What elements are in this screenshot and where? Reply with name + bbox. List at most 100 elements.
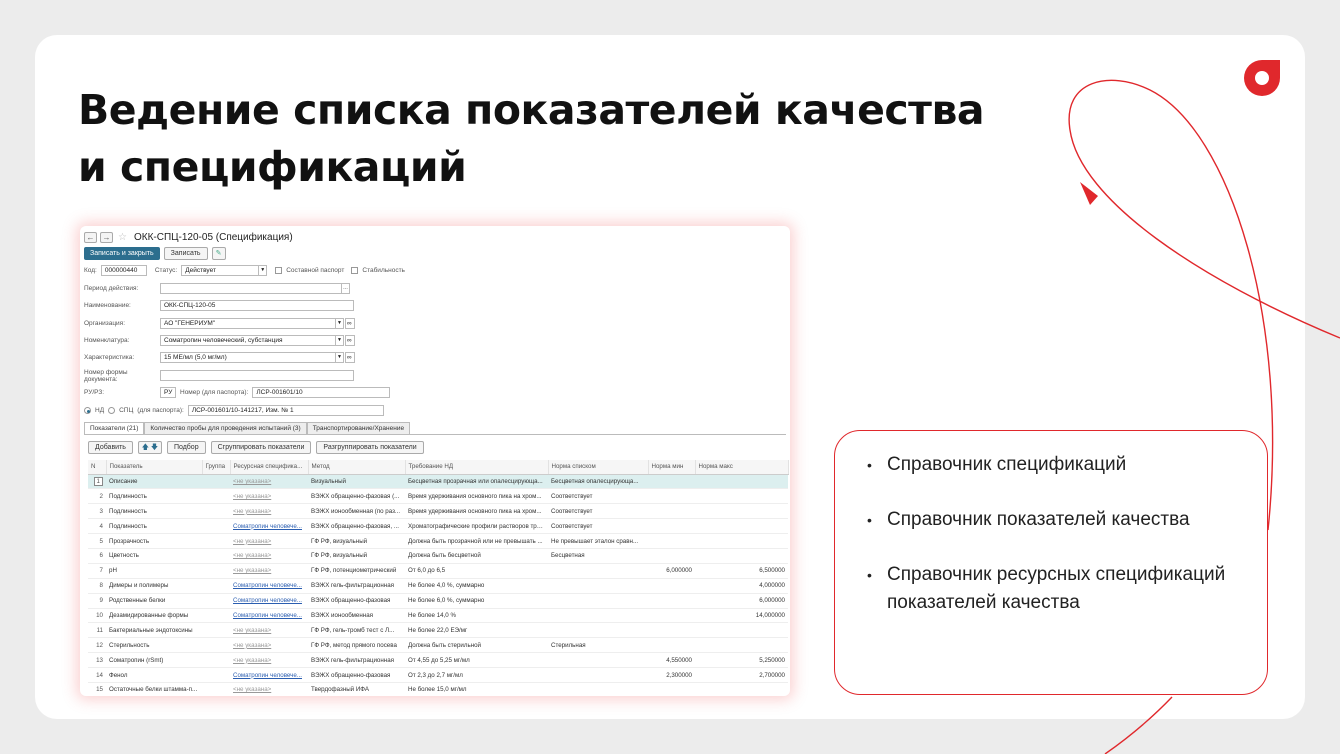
- save-button[interactable]: Записать: [163, 247, 208, 260]
- org-label: Организация:: [84, 320, 126, 327]
- stability-checkbox[interactable]: [351, 267, 359, 274]
- pick-button[interactable]: Подбор: [166, 441, 206, 454]
- row-indicator-text: Фенол: [109, 671, 128, 679]
- ungroup-button[interactable]: Разгруппировать показатели: [316, 441, 424, 454]
- tab-sample-quantity[interactable]: Количество пробы для проведения испытани…: [144, 422, 307, 434]
- name-field[interactable]: ОКК-СПЦ-120-05: [160, 300, 354, 311]
- row-resource-spec-text[interactable]: <не указана>: [233, 493, 271, 500]
- tab-transport-storage[interactable]: Транспортирование/Хранение: [306, 422, 411, 434]
- row-norm-min: [648, 682, 695, 696]
- table-row[interactable]: 14 Фенол Соматропин человече... ВЭЖХ обраще…: [88, 667, 788, 683]
- row-method-text: ВЭЖХ гель-фильтрационная: [311, 656, 394, 664]
- row-resource-spec-text[interactable]: <не указана>: [233, 567, 271, 574]
- row-resource-spec-text[interactable]: Соматропин человече...: [233, 582, 302, 589]
- table-row[interactable]: 11 Бактериальные эндотоксины <не указана> Г…: [88, 622, 788, 639]
- col-group[interactable]: Группа: [202, 460, 231, 475]
- row-indicator: Соматропин (rSmt): [106, 652, 202, 669]
- characteristic-select[interactable]: 15 МЕ/мл (5,0 мг/мл) ▼: [160, 352, 344, 363]
- col-norm-min[interactable]: Норма мин: [648, 460, 696, 475]
- table-row[interactable]: 13 Соматропин (rSmt) <не указана> ВЭЖХ гель…: [88, 652, 788, 669]
- table-row[interactable]: 4 Подлинность Соматропин человече... ВЭЖХ о…: [88, 518, 788, 535]
- composite-checkbox[interactable]: [275, 267, 283, 274]
- tab-indicators[interactable]: Показатели (21): [84, 422, 145, 434]
- col-norm-max[interactable]: Норма макс: [695, 460, 789, 475]
- row-requirement-text: Время удерживания основного пика на хром…: [408, 507, 542, 515]
- status-select[interactable]: Действует ▼: [181, 265, 268, 276]
- link-icon[interactable]: ∞: [345, 352, 355, 363]
- nd-field[interactable]: ЛСР-001601/10-141217, Изм. № 1: [187, 405, 384, 416]
- period-field[interactable]: …: [160, 283, 350, 294]
- col-norm-list[interactable]: Норма списком: [548, 460, 649, 475]
- table-row[interactable]: 8 Димеры и полимеры Соматропин человече...…: [88, 578, 788, 594]
- col-resource-spec[interactable]: Ресурсная специфика...: [230, 460, 309, 475]
- link-icon[interactable]: ∞: [345, 318, 355, 329]
- row-norm-max: [695, 488, 788, 505]
- row-number-text: 3: [99, 507, 103, 515]
- more-icon: …: [341, 284, 348, 293]
- row-resource-spec-text[interactable]: <не указана>: [233, 552, 271, 559]
- registration-type-field[interactable]: РУ: [160, 387, 176, 398]
- table-row[interactable]: 10 Дезамидированные формы Соматропин челов…: [88, 608, 788, 624]
- row-resource-spec-text[interactable]: <не указана>: [233, 642, 271, 649]
- nd-radio[interactable]: [84, 407, 91, 414]
- row-resource-spec-text[interactable]: Соматропин человече...: [233, 672, 302, 679]
- nomenclature-row: Номенклатура: Соматропин человеческий, с…: [84, 334, 355, 347]
- row-number: 15: [88, 682, 106, 696]
- row-resource-spec-text[interactable]: <не указана>: [233, 478, 271, 485]
- row-resource-spec-text[interactable]: Соматропин человече...: [233, 523, 302, 530]
- group-button[interactable]: Сгруппировать показатели: [210, 441, 312, 454]
- period-label: Период действия:: [84, 285, 139, 292]
- row-resource-spec-text[interactable]: <не указана>: [233, 627, 271, 634]
- row-norm-max-text: 6,000000: [759, 597, 785, 605]
- table-row[interactable]: 3 Подлинность <не указана> ВЭЖХ ионообменна…: [88, 503, 788, 520]
- row-requirement-text: Не более 6,0 %, суммарно: [408, 597, 485, 605]
- table-row[interactable]: 15 Остаточные белки штамма-п... <не указан…: [88, 682, 788, 696]
- table-row[interactable]: 2 Подлинность <не указана> ВЭЖХ обращенно-ф…: [88, 488, 788, 505]
- arrow-down-icon[interactable]: 🡇: [151, 444, 158, 451]
- table-row[interactable]: 6 Цветность <не указана> ГФ РФ, визуальный Д…: [88, 548, 788, 564]
- col-n[interactable]: N: [88, 460, 107, 475]
- row-requirement: Не более 22,0 ЕЭ/мг: [405, 622, 548, 639]
- star-icon[interactable]: ☆: [118, 232, 127, 243]
- link-icon[interactable]: ∞: [345, 335, 355, 346]
- row-number: 8: [88, 578, 106, 594]
- row-norm-max: 14,000000: [695, 608, 788, 624]
- spc-radio[interactable]: [108, 407, 116, 414]
- form-number-field[interactable]: [160, 370, 354, 381]
- row-norm-list: Соответствует: [548, 518, 648, 535]
- row-indicator: Стерильность: [106, 637, 202, 654]
- edit-icon[interactable]: ✎: [211, 247, 226, 260]
- table-row[interactable]: 12 Стерильность <не указана> ГФ РФ, метод п…: [88, 637, 788, 654]
- forward-button[interactable]: →: [100, 231, 113, 243]
- table-row[interactable]: 5 Прозрачность <не указана> ГФ РФ, визуальн…: [88, 533, 788, 549]
- col-method[interactable]: Метод: [308, 460, 406, 475]
- col-indicator[interactable]: Показатель: [106, 460, 203, 475]
- table-row[interactable]: 9 Родственные белки Соматропин человече...…: [88, 593, 788, 609]
- back-button[interactable]: ←: [84, 231, 97, 243]
- row-requirement: От 6,0 до 6,5: [405, 563, 548, 579]
- row-requirement: Не более 6,0 %, суммарно: [405, 593, 548, 609]
- table-row[interactable]: 7 pH <не указана> ГФ РФ, потенциометрически…: [88, 563, 788, 579]
- save-close-button[interactable]: Записать и закрыть: [84, 247, 160, 260]
- row-resource-spec-text[interactable]: <не указана>: [233, 538, 271, 545]
- nomenclature-select[interactable]: Соматропин человеческий, субстанция ▼: [160, 335, 344, 346]
- page-title: Ведение списка показателей качества и сп…: [78, 82, 985, 196]
- row-resource-spec-text[interactable]: <не указана>: [233, 686, 271, 693]
- add-button[interactable]: Добавить: [88, 441, 133, 454]
- row-resource-spec-text[interactable]: Соматропин человече...: [233, 597, 302, 604]
- code-field[interactable]: 000000440: [100, 265, 147, 276]
- code-label: Код:: [84, 267, 97, 274]
- col-requirement[interactable]: Требование НД: [405, 460, 549, 475]
- arrow-up-icon[interactable]: 🡅: [142, 444, 149, 451]
- table-row[interactable]: 1 Описание <не указана> Визуальный Бесцветна…: [88, 474, 788, 490]
- row-resource-spec-text[interactable]: Соматропин человече...: [233, 612, 302, 619]
- passport-number-field[interactable]: ЛСР-001601/10: [252, 387, 391, 398]
- move-buttons[interactable]: 🡅 🡇: [137, 441, 162, 454]
- row-indicator: Прозрачность: [106, 533, 202, 549]
- row-resource-spec-text[interactable]: <не указана>: [233, 508, 271, 515]
- row-method-text: ГФ РФ, визуальный: [311, 552, 368, 560]
- row-norm-max: [695, 474, 788, 490]
- org-select[interactable]: АО "ГЕНЕРИУМ" ▼: [160, 318, 344, 329]
- row-resource-spec-text[interactable]: <не указана>: [233, 657, 271, 664]
- list-item: Справочник спецификаций: [865, 451, 1245, 479]
